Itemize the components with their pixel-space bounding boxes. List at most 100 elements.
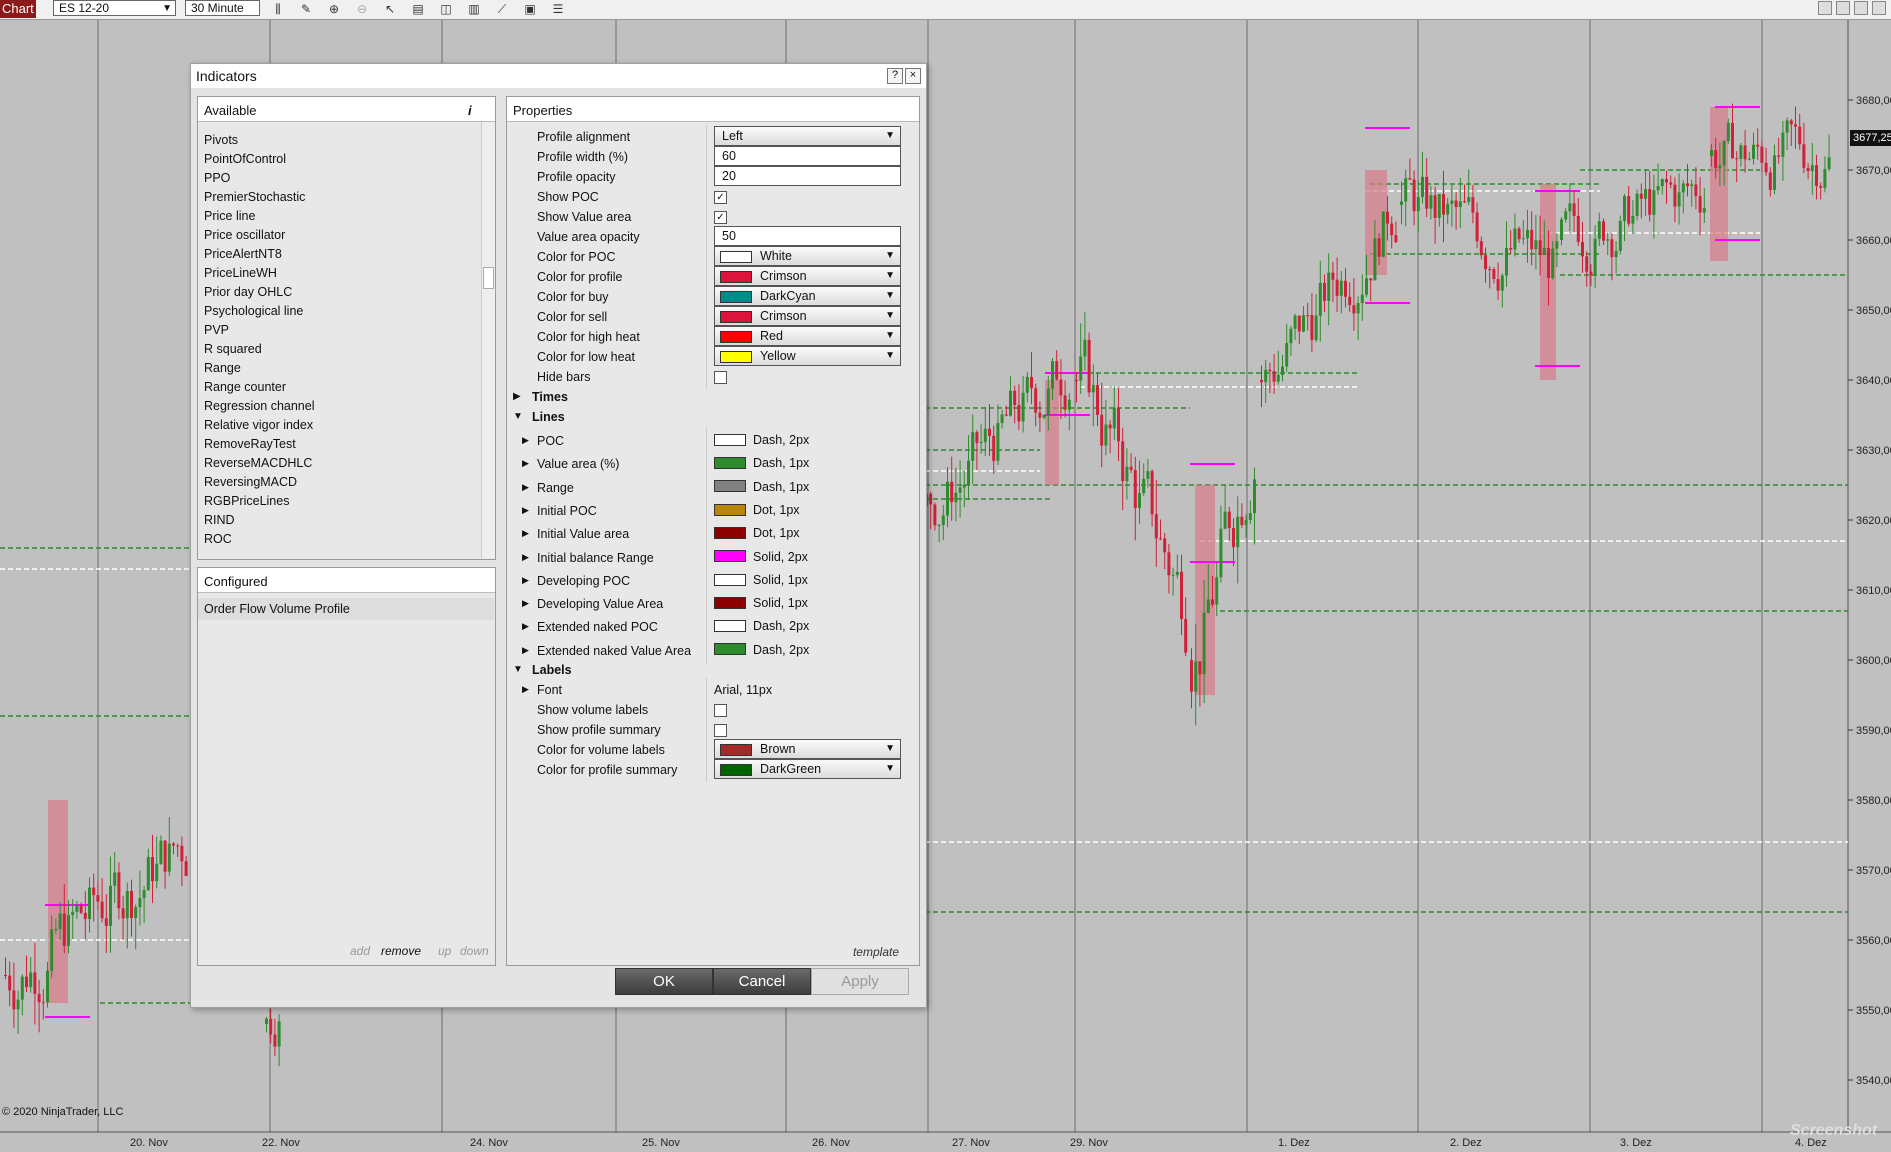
expand-arrow-icon[interactable]: ▶ xyxy=(522,435,529,446)
available-item[interactable]: PriceLineWH xyxy=(204,266,277,280)
instrument-selector[interactable]: ES 12-20 ▼ xyxy=(53,0,176,16)
line-style-value[interactable]: Dot, 1px xyxy=(714,503,800,517)
properties-icon[interactable]: ◫ xyxy=(438,1,454,17)
up-button[interactable]: up xyxy=(438,944,451,958)
property-checkbox[interactable]: ✓ xyxy=(714,211,727,224)
collapse-arrow-icon[interactable]: ▼ xyxy=(513,411,523,422)
available-item[interactable]: Prior day OHLC xyxy=(204,285,292,299)
pointer-icon[interactable]: ↖ xyxy=(382,1,398,17)
info-icon[interactable]: i xyxy=(468,103,472,118)
ok-button[interactable]: OK xyxy=(615,968,713,995)
expand-arrow-icon[interactable]: ▶ xyxy=(522,482,529,493)
dialog-titlebar[interactable]: Indicators ? × xyxy=(191,64,926,88)
available-item[interactable]: R squared xyxy=(204,342,262,356)
available-item[interactable]: PPO xyxy=(204,171,230,185)
list-icon[interactable]: ☰ xyxy=(550,1,566,17)
line-style-value[interactable]: Dash, 1px xyxy=(714,480,809,494)
maximize-icon[interactable] xyxy=(1836,1,1850,15)
zoom-out-icon[interactable]: ⊖ xyxy=(354,1,370,17)
close-icon[interactable]: × xyxy=(905,68,921,84)
interval-selector[interactable]: 30 Minute xyxy=(185,0,260,16)
property-checkbox[interactable] xyxy=(714,704,727,717)
expand-arrow-icon[interactable]: ▶ xyxy=(522,598,529,609)
property-section[interactable]: ▼ Lines xyxy=(507,405,907,429)
property-dropdown[interactable]: Brown ▼ xyxy=(714,739,901,759)
chart-tab[interactable]: Chart xyxy=(0,0,36,18)
available-item[interactable]: Price oscillator xyxy=(204,228,285,242)
data-box-icon[interactable]: ▤ xyxy=(410,1,426,17)
available-item[interactable]: ReverseMACDHLC xyxy=(204,456,312,470)
available-scrollbar[interactable] xyxy=(481,122,495,558)
expand-arrow-icon[interactable]: ▶ xyxy=(522,552,529,563)
expand-arrow-icon[interactable]: ▶ xyxy=(522,528,529,539)
minimize-icon[interactable] xyxy=(1818,1,1832,15)
available-item[interactable]: PriceAlertNT8 xyxy=(204,247,282,261)
available-item[interactable]: RemoveRayTest xyxy=(204,437,296,451)
line-style-value[interactable]: Dash, 1px xyxy=(714,456,809,470)
property-input[interactable]: 60 xyxy=(714,146,901,166)
available-item[interactable]: PointOfControl xyxy=(204,152,286,166)
templates-icon[interactable]: ▣ xyxy=(522,1,538,17)
property-checkbox[interactable] xyxy=(714,371,727,384)
property-dropdown[interactable]: Crimson ▼ xyxy=(714,306,901,326)
available-item[interactable]: RIND xyxy=(204,513,235,527)
expand-arrow-icon[interactable]: ▶ xyxy=(522,645,529,656)
property-dropdown[interactable]: White ▼ xyxy=(714,246,901,266)
property-input[interactable]: 20 xyxy=(714,166,901,186)
property-checkbox[interactable]: ✓ xyxy=(714,191,727,204)
property-dropdown[interactable]: Crimson ▼ xyxy=(714,266,901,286)
property-value[interactable]: Arial, 11px xyxy=(714,683,772,697)
zoom-in-icon[interactable]: ⊕ xyxy=(326,1,342,17)
line-style-value[interactable]: Dash, 2px xyxy=(714,643,809,657)
collapse-arrow-icon[interactable]: ▼ xyxy=(513,664,523,675)
available-item[interactable]: ReversingMACD xyxy=(204,475,297,489)
line-style-value[interactable]: Solid, 1px xyxy=(714,596,808,610)
available-item[interactable]: Price line xyxy=(204,209,255,223)
cancel-button[interactable]: Cancel xyxy=(713,968,811,995)
down-button[interactable]: down xyxy=(460,944,489,958)
remove-button[interactable]: remove xyxy=(381,944,421,958)
property-dropdown[interactable]: DarkCyan ▼ xyxy=(714,286,901,306)
available-item[interactable]: Pivots xyxy=(204,133,238,147)
line-style-value[interactable]: Dot, 1px xyxy=(714,526,800,540)
bars-type-icon[interactable]: ⫼ xyxy=(270,1,286,17)
available-item[interactable]: ROC xyxy=(204,532,232,546)
available-item[interactable]: PremierStochastic xyxy=(204,190,305,204)
property-dropdown[interactable]: Red ▼ xyxy=(714,326,901,346)
available-item[interactable]: PVP xyxy=(204,323,229,337)
configured-item-order-flow-volume-profile[interactable]: Order Flow Volume Profile xyxy=(198,598,494,620)
expand-arrow-icon[interactable]: ▶ xyxy=(522,458,529,469)
line-style-value[interactable]: Solid, 1px xyxy=(714,573,808,587)
add-button[interactable]: add xyxy=(350,944,370,958)
draw-pencil-icon[interactable]: ✎ xyxy=(298,1,314,17)
restore-icon[interactable] xyxy=(1854,1,1868,15)
property-dropdown[interactable]: DarkGreen ▼ xyxy=(714,759,901,779)
available-item[interactable]: Psychological line xyxy=(204,304,303,318)
available-item[interactable]: Range xyxy=(204,361,241,375)
line-style-value[interactable]: Solid, 2px xyxy=(714,550,808,564)
available-item[interactable]: Regression channel xyxy=(204,399,315,413)
help-icon[interactable]: ? xyxy=(887,68,903,84)
property-dropdown[interactable]: Yellow ▼ xyxy=(714,346,901,366)
strategies-icon[interactable]: ⟋ xyxy=(494,1,510,17)
close-window-icon[interactable] xyxy=(1872,1,1886,15)
line-style-value[interactable]: Dash, 2px xyxy=(714,433,809,447)
property-dropdown[interactable]: Left ▼ xyxy=(714,126,901,146)
available-item[interactable]: RGBPriceLines xyxy=(204,494,289,508)
line-style-value[interactable]: Dash, 2px xyxy=(714,619,809,633)
expand-arrow-icon[interactable]: ▶ xyxy=(522,575,529,586)
property-checkbox[interactable] xyxy=(714,724,727,737)
available-item[interactable]: Relative vigor index xyxy=(204,418,313,432)
expand-arrow-icon[interactable]: ▶ xyxy=(522,505,529,516)
expand-arrow-icon[interactable]: ▶ xyxy=(522,684,529,695)
apply-button[interactable]: Apply xyxy=(811,968,909,995)
candle-body xyxy=(109,885,112,926)
expand-arrow-icon[interactable]: ▶ xyxy=(522,621,529,632)
scroll-thumb[interactable] xyxy=(483,267,494,289)
indicators-icon[interactable]: ▥ xyxy=(466,1,482,17)
expand-arrow-icon[interactable]: ▶ xyxy=(513,391,521,402)
property-input[interactable]: 50 xyxy=(714,226,901,246)
chevron-down-icon: ▼ xyxy=(885,350,895,361)
template-link[interactable]: template xyxy=(853,945,899,959)
available-item[interactable]: Range counter xyxy=(204,380,286,394)
